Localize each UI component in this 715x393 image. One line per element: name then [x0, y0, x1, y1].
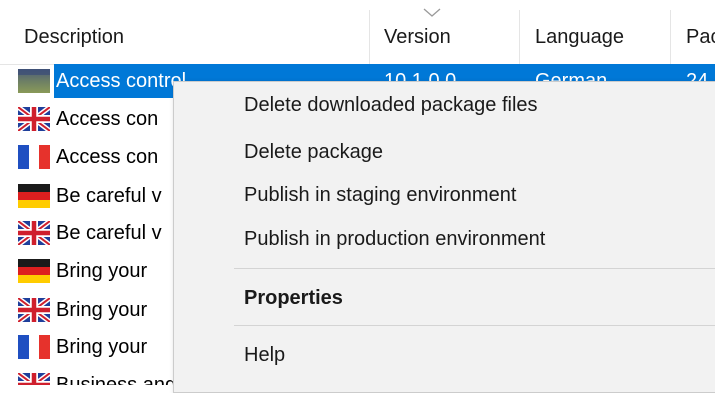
germany-flag-icon	[18, 259, 50, 283]
menu-item-delete-package[interactable]: Delete package	[244, 141, 383, 164]
context-menu: Delete downloaded package files Delete p…	[173, 81, 715, 393]
menu-item-publish-production[interactable]: Publish in production environment	[244, 228, 545, 251]
list-header: Description Version Language Pac	[0, 8, 715, 65]
uk-flag-icon	[18, 107, 50, 131]
menu-item-publish-staging[interactable]: Publish in staging environment	[244, 184, 516, 207]
uk-flag-icon	[18, 373, 50, 385]
column-header-description[interactable]: Description	[0, 10, 370, 64]
germany-flag-icon	[18, 184, 50, 208]
column-header-language[interactable]: Language	[520, 10, 671, 64]
uk-flag-icon	[18, 221, 50, 245]
france-flag-icon	[18, 145, 50, 169]
menu-separator	[234, 325, 715, 326]
column-header-version[interactable]: Version	[370, 10, 520, 64]
menu-item-help[interactable]: Help	[244, 344, 285, 367]
column-header-package[interactable]: Pac	[671, 10, 715, 64]
menu-item-delete-downloaded-package-files[interactable]: Delete downloaded package files	[244, 94, 538, 117]
menu-item-properties[interactable]: Properties	[244, 287, 343, 310]
multilanguage-flag-icon	[18, 69, 50, 93]
menu-separator	[234, 268, 715, 269]
uk-flag-icon	[18, 298, 50, 322]
france-flag-icon	[18, 335, 50, 359]
